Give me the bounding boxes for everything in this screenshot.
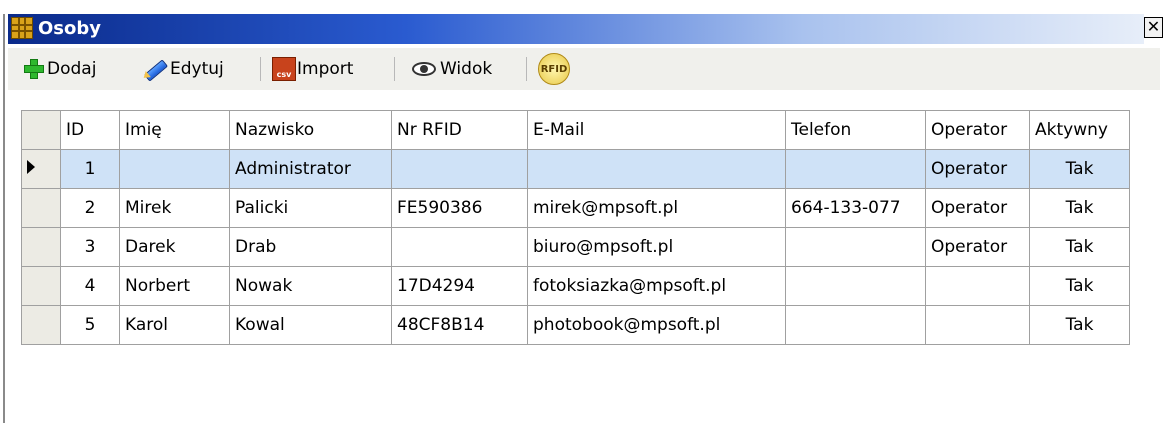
cell-operator[interactable] [925,266,1030,306]
eye-icon [412,62,436,76]
cell-last-name[interactable]: Nowak [229,266,392,306]
cell-rfid[interactable]: FE590386 [391,188,528,228]
cell-operator[interactable] [925,305,1030,345]
import-button-label: Import [297,59,354,79]
cell-first-name[interactable]: Norbert [119,266,230,306]
row-indicator[interactable] [21,266,61,306]
cell-id[interactable]: 4 [60,266,120,306]
cell-rfid[interactable] [391,149,528,189]
column-header-id[interactable]: ID [60,110,120,150]
edit-button[interactable]: Edytuj [142,56,224,82]
cell-phone[interactable] [785,305,926,345]
toolbar-separator [394,57,395,81]
csv-icon: csv [272,57,296,81]
cell-email[interactable]: fotoksiazka@mpsoft.pl [527,266,786,306]
cell-id[interactable]: 3 [60,227,120,267]
column-header-email[interactable]: E-Mail [527,110,786,150]
pencil-icon [142,58,168,80]
column-header-first-name[interactable]: Imię [119,110,230,150]
row-indicator-header [21,110,61,150]
people-grid: ID Imię Nazwisko Nr RFID E-Mail Telefon … [21,110,1130,345]
table-row[interactable]: 2 Mirek Palicki FE590386 mirek@mpsoft.pl… [21,188,1130,228]
cell-last-name[interactable]: Kowal [229,305,392,345]
toolbar-separator [260,57,261,81]
cell-email[interactable] [527,149,786,189]
cell-email[interactable]: photobook@mpsoft.pl [527,305,786,345]
toolbar: Dodaj Edytuj csv Import Widok RFID [8,48,1160,90]
title-bar[interactable]: Osoby [8,14,1144,44]
import-button[interactable]: csv Import [272,56,353,82]
cell-first-name[interactable] [119,149,230,189]
row-indicator[interactable] [21,305,61,345]
cell-rfid[interactable] [391,227,528,267]
grid-app-icon [11,17,33,39]
view-button[interactable]: Widok [412,56,492,82]
row-indicator[interactable] [21,188,61,228]
cell-first-name[interactable]: Darek [119,227,230,267]
toolbar-separator [526,57,527,81]
rfid-button[interactable]: RFID [538,53,570,85]
cell-active[interactable]: Tak [1029,266,1130,306]
edit-button-label: Edytuj [170,59,224,79]
cell-phone[interactable] [785,266,926,306]
cell-operator[interactable]: Operator [925,188,1030,228]
cell-email[interactable]: mirek@mpsoft.pl [527,188,786,228]
table-row[interactable]: 5 Karol Kowal 48CF8B14 photobook@mpsoft.… [21,305,1130,345]
cell-first-name[interactable]: Mirek [119,188,230,228]
window-title: Osoby [38,18,101,39]
cell-id[interactable]: 1 [60,149,120,189]
view-button-label: Widok [440,59,493,79]
column-header-last-name[interactable]: Nazwisko [229,110,392,150]
add-button[interactable]: Dodaj [24,56,96,82]
grid-header-row: ID Imię Nazwisko Nr RFID E-Mail Telefon … [21,110,1130,150]
cell-rfid[interactable]: 48CF8B14 [391,305,528,345]
cell-rfid[interactable]: 17D4294 [391,266,528,306]
cell-phone[interactable] [785,227,926,267]
close-button[interactable]: ✕ [1144,17,1163,38]
cell-phone[interactable] [785,149,926,189]
cell-operator[interactable]: Operator [925,149,1030,189]
current-row-arrow-icon [27,160,35,174]
cell-active[interactable]: Tak [1029,149,1130,189]
cell-id[interactable]: 2 [60,188,120,228]
cell-id[interactable]: 5 [60,305,120,345]
rfid-icon: RFID [538,53,570,85]
cell-first-name[interactable]: Karol [119,305,230,345]
cell-operator[interactable]: Operator [925,227,1030,267]
table-row[interactable]: 4 Norbert Nowak 17D4294 fotoksiazka@mpso… [21,266,1130,306]
cell-active[interactable]: Tak [1029,188,1130,228]
add-button-label: Dodaj [47,59,97,79]
cell-email[interactable]: biuro@mpsoft.pl [527,227,786,267]
row-indicator[interactable] [21,149,61,189]
cell-last-name[interactable]: Palicki [229,188,392,228]
table-row[interactable]: 3 Darek Drab biuro@mpsoft.pl Operator Ta… [21,227,1130,267]
row-indicator[interactable] [21,227,61,267]
column-header-active[interactable]: Aktywny [1029,110,1130,150]
column-header-phone[interactable]: Telefon [785,110,926,150]
cell-last-name[interactable]: Administrator [229,149,392,189]
column-header-rfid[interactable]: Nr RFID [391,110,528,150]
plus-icon [24,59,44,79]
cell-active[interactable]: Tak [1029,305,1130,345]
column-header-operator[interactable]: Operator [925,110,1030,150]
cell-last-name[interactable]: Drab [229,227,392,267]
cell-active[interactable]: Tak [1029,227,1130,267]
cell-phone[interactable]: 664-133-077 [785,188,926,228]
table-row[interactable]: 1 Administrator Operator Tak [21,149,1130,189]
